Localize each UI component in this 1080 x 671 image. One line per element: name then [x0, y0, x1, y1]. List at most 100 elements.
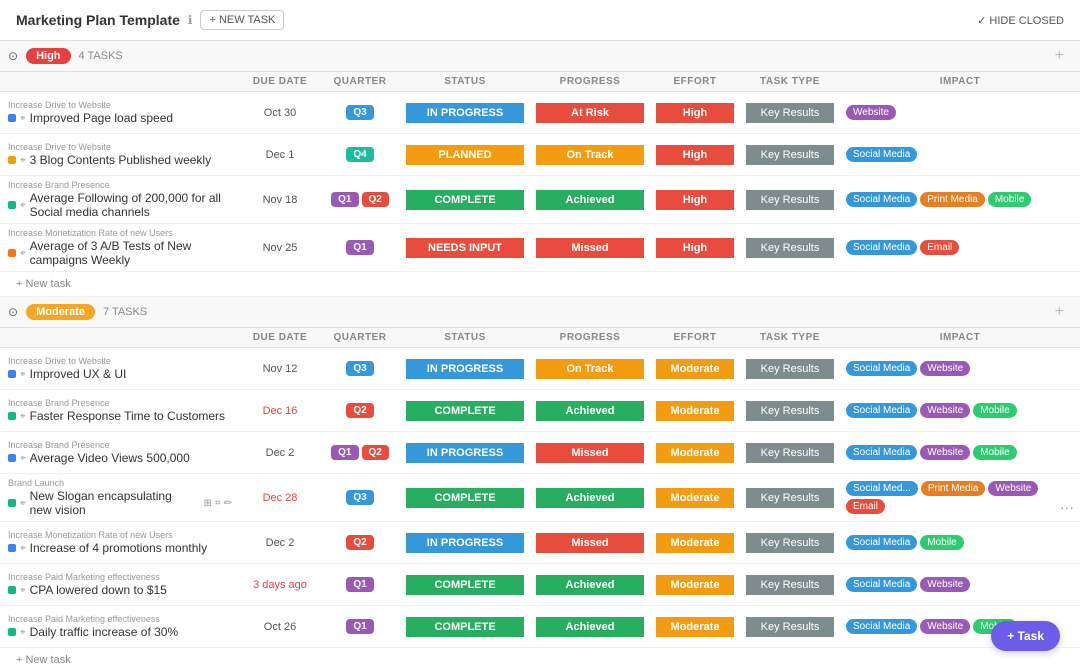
status-cell: COMPLETE — [400, 571, 530, 599]
task-name-text[interactable]: 3 Blog Contents Published weekly — [30, 153, 211, 167]
quarter-tag: Q2 — [362, 445, 389, 460]
col-effort: EFFORT — [650, 76, 740, 87]
task-icon: ⌖ — [20, 248, 26, 259]
task-name-text[interactable]: CPA lowered down to $15 — [30, 583, 167, 597]
status-cell: IN PROGRESS — [400, 99, 530, 127]
task-attach-icon[interactable]: ⊞ — [204, 498, 212, 509]
status-badge: IN PROGRESS — [406, 443, 524, 463]
task-info-cell: Increase Paid Marketing effectiveness ⌖ … — [0, 568, 240, 601]
due-date-cell: Dec 2 — [240, 533, 320, 553]
progress-badge: Missed — [536, 533, 644, 553]
impact-tag: Social Media — [846, 240, 917, 255]
status-cell: COMPLETE — [400, 397, 530, 425]
add-col-moderate[interactable]: + — [1047, 303, 1072, 321]
quarter-cell: Q1 Q2 — [320, 441, 400, 464]
task-name-text[interactable]: Average of 3 A/B Tests of New campaigns … — [30, 239, 232, 267]
effort-badge: High — [656, 190, 734, 210]
task-name-text[interactable]: Improved Page load speed — [30, 111, 173, 125]
more-actions-icon[interactable]: ··· — [1060, 499, 1074, 515]
section-toggle-high[interactable]: ⊙ — [8, 49, 18, 63]
impact-tag: Website — [920, 619, 970, 634]
new-task-button[interactable]: + NEW TASK — [200, 10, 284, 30]
effort-cell: High — [650, 99, 740, 127]
status-cell: PLANNED — [400, 141, 530, 169]
status-cell: COMPLETE — [400, 186, 530, 214]
add-task-row-moderate[interactable]: + New task — [0, 648, 1080, 670]
impact-tag: Website — [920, 445, 970, 460]
progress-badge: On Track — [536, 145, 644, 165]
impact-cell: Website — [840, 101, 1080, 124]
effort-cell: Moderate — [650, 613, 740, 641]
quarter-cell: Q1 — [320, 615, 400, 638]
task-type-cell: Key Results — [740, 141, 840, 169]
task-name-text[interactable]: Average Video Views 500,000 — [30, 451, 190, 465]
task-info-cell: Increase Drive to Website ⌖ Improved Pag… — [0, 96, 240, 129]
progress-cell: Achieved — [530, 613, 650, 641]
add-task-row-high[interactable]: + New task — [0, 272, 1080, 297]
due-date-cell: Nov 18 — [240, 190, 320, 210]
task-name-text[interactable]: Increase of 4 promotions monthly — [30, 541, 207, 555]
section-toggle-moderate[interactable]: ⊙ — [8, 305, 18, 319]
task-icon: ⌖ — [20, 200, 26, 211]
quarter-tag: Q1 — [346, 577, 373, 592]
task-type-badge: Key Results — [746, 238, 834, 258]
impact-tag: Mobile — [988, 192, 1031, 207]
task-name-text[interactable]: Improved UX & UI — [30, 367, 127, 381]
status-cell: IN PROGRESS — [400, 529, 530, 557]
quarter-tag: Q1 — [331, 445, 358, 460]
effort-cell: Moderate — [650, 439, 740, 467]
task-row: Increase Brand Presence ⌖ Average Follow… — [0, 176, 1080, 224]
col-headers-high: DUE DATE QUARTER STATUS PROGRESS EFFORT … — [0, 72, 1080, 92]
impact-cell: Social Media — [840, 143, 1080, 166]
task-edit-icon[interactable]: ✏ — [224, 498, 232, 509]
col-impact: IMPACT — [840, 76, 1080, 87]
col-task — [0, 332, 240, 343]
col-task — [0, 76, 240, 87]
task-type-badge: Key Results — [746, 401, 834, 421]
info-icon[interactable]: ℹ — [188, 13, 193, 27]
impact-tag: Mobile — [920, 535, 963, 550]
effort-cell: Moderate — [650, 355, 740, 383]
task-name: ⌖ Improved Page load speed — [8, 111, 232, 125]
impact-cell: Social MediaWebsite — [840, 573, 1080, 596]
task-name-text[interactable]: New Slogan encapsulating new vision — [30, 489, 196, 517]
quarter-tag: Q3 — [346, 105, 373, 120]
progress-cell: On Track — [530, 355, 650, 383]
impact-tag: Social Media — [846, 535, 917, 550]
quarter-tag: Q1 — [346, 240, 373, 255]
task-icon: ⌖ — [20, 113, 26, 124]
status-cell: NEEDS INPUT — [400, 234, 530, 262]
task-type-cell: Key Results — [740, 99, 840, 127]
progress-cell: Achieved — [530, 484, 650, 512]
task-icon: ⌖ — [20, 453, 26, 464]
new-task-fab[interactable]: + Task — [991, 621, 1060, 651]
task-type-cell: Key Results — [740, 571, 840, 599]
status-badge: PLANNED — [406, 145, 524, 165]
status-badge: IN PROGRESS — [406, 533, 524, 553]
quarter-cell: Q3 — [320, 357, 400, 380]
task-name: ⌖ Faster Response Time to Customers — [8, 409, 232, 423]
impact-tag: Website — [846, 105, 896, 120]
task-name-text[interactable]: Daily traffic increase of 30% — [30, 625, 179, 639]
task-group-label: Increase Monetization Rate of new Users — [8, 530, 232, 540]
hide-closed-button[interactable]: ✓ HIDE CLOSED — [977, 14, 1064, 27]
quarter-tag: Q1 — [346, 619, 373, 634]
progress-cell: Achieved — [530, 186, 650, 214]
task-link-icon[interactable]: ⌗ — [215, 498, 221, 509]
task-row: Brand Launch ⌖ New Slogan encapsulating … — [0, 474, 1080, 522]
progress-cell: Missed — [530, 439, 650, 467]
task-group-label: Increase Drive to Website — [8, 142, 232, 152]
task-count-high: 4 TASKS — [79, 50, 123, 62]
status-cell: COMPLETE — [400, 613, 530, 641]
task-type-badge: Key Results — [746, 359, 834, 379]
task-name: ⌖ 3 Blog Contents Published weekly — [8, 153, 232, 167]
status-badge: COMPLETE — [406, 575, 524, 595]
due-date-cell: Oct 30 — [240, 103, 320, 123]
task-type-cell: Key Results — [740, 484, 840, 512]
add-col-high[interactable]: + — [1047, 47, 1072, 65]
effort-cell: Moderate — [650, 571, 740, 599]
task-name-text[interactable]: Average Following of 200,000 for all Soc… — [30, 191, 232, 219]
status-badge: NEEDS INPUT — [406, 238, 524, 258]
task-name-text[interactable]: Faster Response Time to Customers — [30, 409, 225, 423]
impact-tag: Social Media — [846, 577, 917, 592]
